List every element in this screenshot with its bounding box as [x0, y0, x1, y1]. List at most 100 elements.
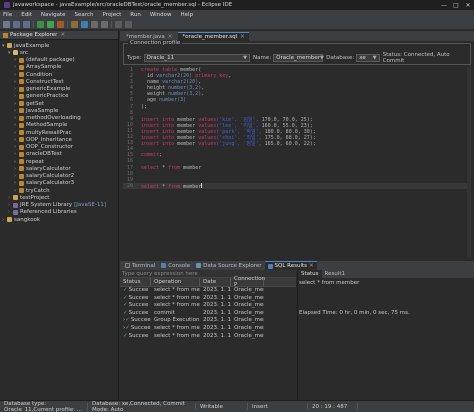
tree-item[interactable]: › getSet [0, 100, 118, 107]
tree-item[interactable]: › testProject [0, 194, 118, 201]
tree-item[interactable]: › Condition [0, 71, 118, 78]
new-icon[interactable] [3, 20, 10, 28]
package-icon [19, 130, 24, 136]
cell-connection: Oracle_mem [234, 302, 264, 309]
table-row[interactable]: ›✓Succeeselect * from mem2023. 1. 16.Ora… [120, 325, 296, 333]
tree-item[interactable]: › genericExample [0, 86, 118, 93]
menu-navigate[interactable]: Navigate [41, 12, 66, 18]
search-icon[interactable] [101, 20, 108, 28]
package-icon [19, 173, 24, 179]
type-select[interactable]: Oracle_11 ▼ [143, 54, 251, 62]
tab-terminal[interactable]: Terminal [122, 261, 158, 270]
tree-item[interactable]: › methodOverloading [0, 115, 118, 122]
table-row[interactable]: ✓Succeecommit2023. 1. 16.Oracle_mem [120, 310, 296, 318]
new-java-class-icon[interactable] [81, 20, 88, 28]
tree-item[interactable]: › tryCatch [0, 187, 118, 194]
column-operation[interactable]: Operation [151, 278, 200, 286]
tree-item[interactable]: › sangkook [0, 216, 118, 223]
column-date[interactable]: Date [200, 278, 231, 286]
package-explorer-tab[interactable]: Package Explorer ✕ [0, 31, 118, 40]
tree-item[interactable]: ▾ src [0, 49, 118, 56]
menu-file[interactable]: File [3, 12, 12, 18]
name-select[interactable]: Oracle_member ▼ [273, 54, 324, 62]
close-icon[interactable]: ✕ [240, 34, 245, 40]
cell-connection: Oracle_mem [234, 324, 264, 331]
menu-edit[interactable]: Edit [21, 12, 32, 18]
column-connection-profile[interactable]: Connection P [231, 276, 265, 288]
menu-run[interactable]: Run [130, 12, 141, 18]
table-row[interactable]: ✓Succeeselect * from mem2023. 1. 16.Orac… [120, 302, 296, 310]
sql-editor[interactable]: 1 create table member(2 id varchar2(20) p… [123, 67, 471, 257]
tree-item[interactable]: › MethodSample [0, 122, 118, 129]
menu-help[interactable]: Help [181, 12, 194, 18]
debug-icon[interactable] [37, 20, 44, 28]
open-type-icon[interactable] [91, 20, 98, 28]
new-java-package-icon[interactable] [71, 20, 78, 28]
tree-item[interactable]: › ConstructTest [0, 78, 118, 85]
tree-item[interactable]: › OOP_Constructor [0, 144, 118, 151]
run-icon[interactable] [47, 20, 54, 28]
code-token: varchar2(20) [156, 73, 196, 80]
table-row[interactable]: ✓Succeeselect * from mem2023. 1. 16.Orac… [120, 287, 296, 295]
tree-item[interactable]: › salaryCalculator2 [0, 173, 118, 180]
package-icon [19, 108, 24, 114]
close-icon[interactable]: ✕ [168, 34, 173, 40]
close-icon[interactable]: ✕ [309, 263, 314, 269]
tree-item[interactable]: › JavaSample [0, 107, 118, 114]
table-row[interactable]: ✓Succeeselect * from mem2023. 1. 16.Orac… [120, 295, 296, 303]
database-select[interactable]: xe ▼ [356, 54, 380, 62]
cell-operation: select * from mem [154, 294, 200, 301]
external-tools-icon[interactable] [57, 20, 64, 28]
tree-item[interactable]: › JRE System Library [JavaSE-11] [0, 202, 118, 209]
tab-oracle-member-sql[interactable]: *oracle_member.sql ✕ [178, 32, 249, 41]
table-row[interactable]: ✓Succeeselect * from mem2023. 1. 16.Orac… [120, 333, 296, 341]
column-status[interactable]: Status [120, 278, 151, 286]
table-row[interactable]: ›✓SucceeGroup Execution2023. 1. 16.Oracl… [120, 317, 296, 325]
tree-item-label: src [20, 49, 29, 56]
tree-item[interactable]: › ArraySample [0, 64, 118, 71]
tree-item[interactable]: › salaryCalculator [0, 165, 118, 172]
editor-scrollbar[interactable] [467, 67, 471, 257]
tree-item[interactable]: › repeat [0, 158, 118, 165]
tree-item[interactable]: › genericPractice [0, 93, 118, 100]
tab-console[interactable]: Console [158, 261, 193, 270]
connection-status: Status: Connected, Auto Commit [382, 52, 450, 64]
tree-item[interactable]: › (default package) [0, 57, 118, 64]
window-titlebar: javaworkspace - javaExample/src/oracleDB… [0, 0, 474, 10]
tab-data-source-explorer[interactable]: Data Source Explorer [193, 261, 264, 270]
tree-item[interactable]: ▾ javaExample [0, 42, 118, 49]
tree-item[interactable]: › multyRewallPrac [0, 129, 118, 136]
tab-status[interactable]: Status [298, 270, 322, 278]
cell-status: ✓Succee [120, 310, 151, 318]
tree-item[interactable]: › Referenced Libraries [0, 209, 118, 216]
code-token: primary key [195, 73, 229, 80]
menu-search[interactable]: Search [75, 12, 94, 18]
minimize-button[interactable]: — [438, 2, 450, 9]
package-icon [19, 93, 24, 99]
query-filter-input[interactable]: Type query expression here [120, 270, 296, 278]
code-token: 165.0, 60.0, 22); [264, 141, 316, 148]
forward-icon[interactable] [125, 20, 132, 28]
back-icon[interactable] [115, 20, 122, 28]
chevron-down-icon: ▼ [243, 55, 248, 61]
tree-item[interactable]: › OOP_Inheritance [0, 136, 118, 143]
close-window-button[interactable]: ✕ [462, 2, 474, 9]
chevron-down-icon: ▼ [372, 55, 377, 61]
save-icon[interactable] [13, 20, 20, 28]
save-all-icon[interactable] [23, 20, 30, 28]
cell-operation: select * from mem [154, 324, 200, 331]
cell-connection: Oracle_mem [234, 309, 264, 316]
tab-result1[interactable]: Result1 [322, 270, 349, 278]
cell-date: 2023. 1. 16. [203, 309, 231, 316]
close-icon[interactable]: ✕ [60, 32, 65, 38]
package-icon [19, 72, 24, 78]
menu-window[interactable]: Window [150, 12, 172, 18]
tree-item[interactable]: › salaryCalculator3 [0, 180, 118, 187]
maximize-button[interactable]: □ [450, 2, 462, 9]
status-cursor-position: 20 : 19 : 487 [308, 402, 358, 411]
tab-sql-results[interactable]: SQL Results ✕ [264, 261, 317, 270]
package-icon [19, 79, 24, 85]
tree-item[interactable]: › oracleDBTest [0, 151, 118, 158]
tree-item-label: testProject [20, 194, 50, 201]
menu-project[interactable]: Project [102, 12, 121, 18]
